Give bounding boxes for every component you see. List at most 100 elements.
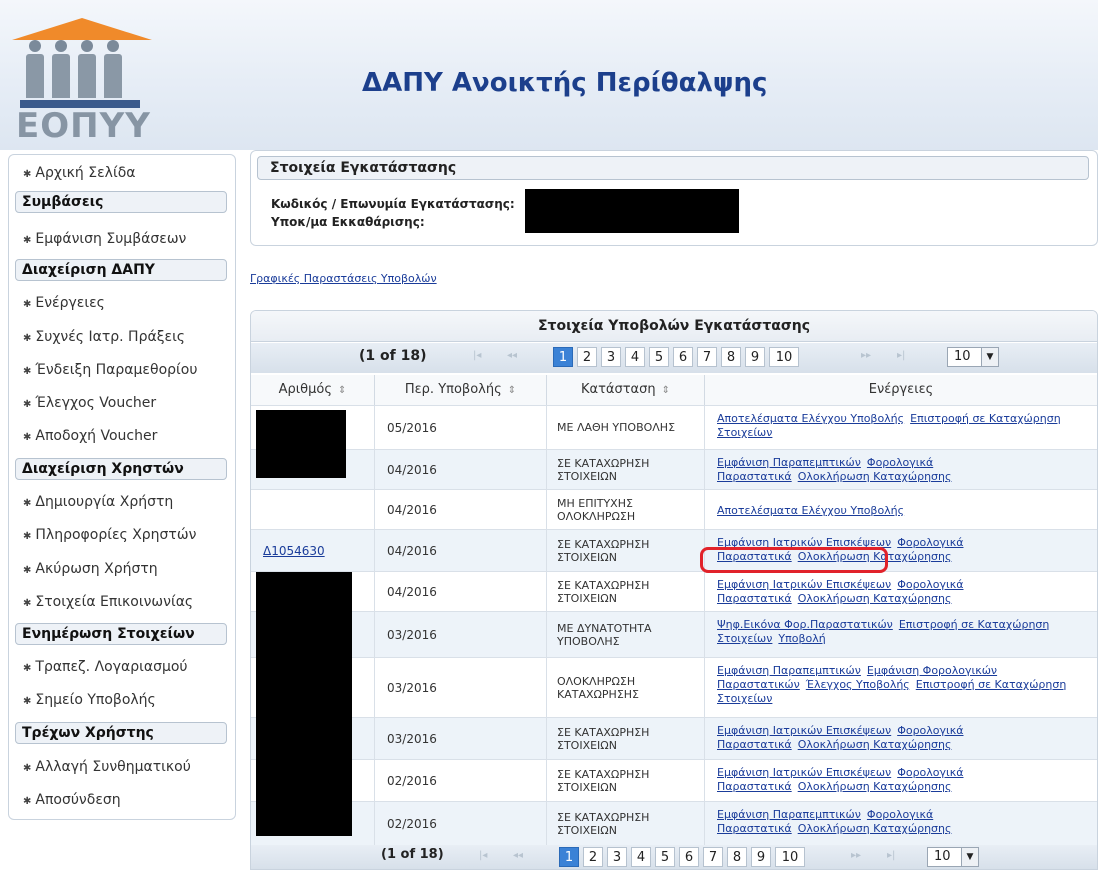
- page-button-7[interactable]: 7: [697, 347, 717, 367]
- column-header-actions: Ενέργειες: [705, 375, 1097, 405]
- action-link[interactable]: Εμφάνιση Ιατρικών Επισκέψεων: [717, 766, 891, 779]
- action-link[interactable]: Ψηφ.Εικόνα Φορ.Παραστατικών: [717, 618, 893, 631]
- sidebar-item-voucher-accept[interactable]: ✱ Αποδοχή Voucher: [23, 428, 157, 444]
- page-button-8[interactable]: 8: [721, 347, 741, 367]
- table-row: 03/2016 ΟΛΟΚΛΗΡΩΣΗ ΚΑΤΑΧΩΡΗΣΗΣ Εμφάνιση …: [251, 657, 1097, 717]
- page-button-1[interactable]: 1: [553, 347, 573, 367]
- page-button-10[interactable]: 10: [775, 847, 805, 867]
- page-button-9[interactable]: 9: [745, 347, 765, 367]
- page-info: (1 of 18): [359, 348, 427, 364]
- action-link[interactable]: Ολοκλήρωση Καταχώρησης: [798, 822, 952, 835]
- page-button-4[interactable]: 4: [625, 347, 645, 367]
- sidebar-item-contracts-view[interactable]: ✱ Εμφάνιση Συμβάσεων: [23, 231, 186, 247]
- gear-icon: ✱: [23, 598, 32, 609]
- page-button-4[interactable]: 4: [631, 847, 651, 867]
- page-button-2[interactable]: 2: [583, 847, 603, 867]
- table-row: 02/2016 ΣΕ ΚΑΤΑΧΩΡΗΣΗ ΣΤΟΙΧΕΙΩΝ Εμφάνιση…: [251, 759, 1097, 801]
- page-size-select[interactable]: 10 ▼: [947, 347, 999, 367]
- page-button-9[interactable]: 9: [751, 847, 771, 867]
- period-cell: 04/2016: [375, 572, 547, 611]
- sidebar-item-user-cancel[interactable]: ✱ Ακύρωση Χρήστη: [23, 561, 158, 577]
- gear-icon: ✱: [23, 432, 32, 443]
- last-page-button[interactable]: ▸|: [887, 850, 895, 861]
- action-link[interactable]: Εμφάνιση Ιατρικών Επισκέψεων: [717, 578, 891, 591]
- action-link[interactable]: Ολοκλήρωση Καταχώρησης: [798, 780, 952, 793]
- column-header-status[interactable]: Κατάσταση ⇕: [547, 375, 705, 405]
- action-link[interactable]: Εμφάνιση Παραπεμπτικών: [717, 456, 861, 469]
- page-button-1[interactable]: 1: [559, 847, 579, 867]
- paginator-top: (1 of 18) |◂ ◂◂ 1 2 3 4 5 6 7 8 9 10 ▸▸ …: [251, 343, 1097, 373]
- action-link[interactable]: Αποτελέσματα Ελέγχου Υποβολής: [717, 412, 904, 425]
- action-link[interactable]: Εμφάνιση Παραπεμπτικών: [717, 664, 861, 677]
- sidebar-item-voucher-check[interactable]: ✱ Έλεγχος Voucher: [23, 395, 156, 411]
- period-cell: 02/2016: [375, 802, 547, 845]
- sidebar-item-contact[interactable]: ✱ Στοιχεία Επικοινωνίας: [23, 594, 193, 610]
- column-header-period[interactable]: Περ. Υποβολής ⇕: [375, 375, 547, 405]
- sidebar-item-user-info[interactable]: ✱ Πληροφορίες Χρηστών: [23, 527, 196, 543]
- action-link[interactable]: Εμφάνιση Ιατρικών Επισκέψεων: [717, 724, 891, 737]
- sort-icon: ⇕: [661, 385, 670, 396]
- charts-link[interactable]: Γραφικές Παραστάσεις Υποβολών: [250, 272, 437, 285]
- installation-panel-title: Στοιχεία Εγκατάστασης: [257, 156, 1089, 180]
- submission-number-cell: [251, 490, 375, 529]
- action-link[interactable]: Έλεγχος Υποβολής: [806, 678, 910, 691]
- page-button-3[interactable]: 3: [601, 347, 621, 367]
- submissions-panel: Στοιχεία Υποβολών Εγκατάστασης (1 of 18)…: [250, 310, 1098, 870]
- prev-page-button[interactable]: ◂◂: [513, 850, 523, 861]
- action-link[interactable]: Ολοκλήρωση Καταχώρησης: [798, 592, 952, 605]
- sidebar-section-contracts: Συμβάσεις: [15, 191, 227, 213]
- next-page-button[interactable]: ▸▸: [851, 850, 861, 861]
- sidebar-item-user-create[interactable]: ✱ Δημιουργία Χρήστη: [23, 494, 173, 510]
- column-header-number[interactable]: Αριθμός ⇕: [251, 375, 375, 405]
- action-link[interactable]: Υποβολή: [778, 632, 825, 645]
- status-cell: ΜΗ ΕΠΙΤΥΧΗΣ ΟΛΟΚΛΗΡΩΣΗ: [547, 490, 705, 529]
- period-cell: 02/2016: [375, 760, 547, 801]
- gear-icon: ✱: [23, 763, 32, 774]
- sidebar-item-parametrics[interactable]: ✱ Ένδειξη Παραμεθορίου: [23, 362, 197, 378]
- app-title: ΔΑΠΥ Ανοικτής Περίθαλψης: [362, 68, 768, 98]
- page-button-10[interactable]: 10: [769, 347, 799, 367]
- action-link[interactable]: Αποτελέσματα Ελέγχου Υποβολής: [717, 504, 904, 517]
- action-link[interactable]: Ολοκλήρωση Καταχώρησης: [798, 470, 952, 483]
- status-cell: ΣΕ ΚΑΤΑΧΩΡΗΣΗ ΣΤΟΙΧΕΙΩΝ: [547, 572, 705, 611]
- page-button-5[interactable]: 5: [655, 847, 675, 867]
- period-cell: 04/2016: [375, 490, 547, 529]
- page-button-3[interactable]: 3: [607, 847, 627, 867]
- page-button-6[interactable]: 6: [673, 347, 693, 367]
- page-size-select[interactable]: 10 ▼: [927, 847, 979, 867]
- sidebar-item-change-password[interactable]: ✱ Αλλαγή Συνθηματικού: [23, 759, 191, 775]
- next-page-button[interactable]: ▸▸: [861, 350, 871, 361]
- installation-panel: Στοιχεία Εγκατάστασης Κωδικός / Επωνυμία…: [250, 150, 1098, 246]
- sidebar-item-bank[interactable]: ✱ Τραπεζ. Λογαριασμού: [23, 659, 188, 675]
- page-button-5[interactable]: 5: [649, 347, 669, 367]
- actions-cell: Αποτελέσματα Ελέγχου Υποβολής Επιστροφή σ…: [705, 406, 1097, 449]
- page-button-8[interactable]: 8: [727, 847, 747, 867]
- sidebar-item-frequent[interactable]: ✱ Συχνές Ιατρ. Πράξεις: [23, 329, 185, 345]
- action-link[interactable]: Εμφάνιση Παραπεμπτικών: [717, 808, 861, 821]
- first-page-button[interactable]: |◂: [479, 850, 487, 861]
- gear-icon: ✱: [23, 796, 32, 807]
- sidebar-item-logout[interactable]: ✱ Αποσύνδεση: [23, 792, 121, 808]
- page-button-6[interactable]: 6: [679, 847, 699, 867]
- gear-icon: ✱: [23, 169, 32, 180]
- redacted-number: [256, 410, 346, 478]
- first-page-button[interactable]: |◂: [473, 350, 481, 361]
- sidebar-item-submit-point[interactable]: ✱ Σημείο Υποβολής: [23, 692, 156, 708]
- sidebar-item-home[interactable]: ✱ Αρχική Σελίδα: [23, 165, 135, 181]
- page-button-2[interactable]: 2: [577, 347, 597, 367]
- gear-icon: ✱: [23, 565, 32, 576]
- page-button-7[interactable]: 7: [703, 847, 723, 867]
- sidebar-item-actions[interactable]: ✱ Ενέργειες: [23, 295, 105, 311]
- last-page-button[interactable]: ▸|: [897, 350, 905, 361]
- action-link[interactable]: Ολοκλήρωση Καταχώρησης: [798, 738, 952, 751]
- submission-number-link[interactable]: Δ1054630: [263, 544, 325, 558]
- actions-cell: Εμφάνιση Παραπεμπτικών Εμφάνιση Φορολογικ…: [705, 658, 1097, 717]
- chevron-down-icon: ▼: [961, 848, 978, 866]
- status-cell: ΣΕ ΚΑΤΑΧΩΡΗΣΗ ΣΤΟΙΧΕΙΩΝ: [547, 718, 705, 759]
- table-row: 02/2016 ΣΕ ΚΑΤΑΧΩΡΗΣΗ ΣΤΟΙΧΕΙΩΝ Εμφάνιση…: [251, 801, 1097, 845]
- page-info: (1 of 18): [381, 847, 444, 862]
- paginator-bottom: (1 of 18) |◂ ◂◂ 1 2 3 4 5 6 7 8 9 10 ▸▸ …: [251, 845, 1097, 869]
- prev-page-button[interactable]: ◂◂: [507, 350, 517, 361]
- table-row: 04/2016 ΣΕ ΚΑΤΑΧΩΡΗΣΗ ΣΤΟΙΧΕΙΩΝ Εμφάνιση…: [251, 449, 1097, 489]
- gear-icon: ✱: [23, 663, 32, 674]
